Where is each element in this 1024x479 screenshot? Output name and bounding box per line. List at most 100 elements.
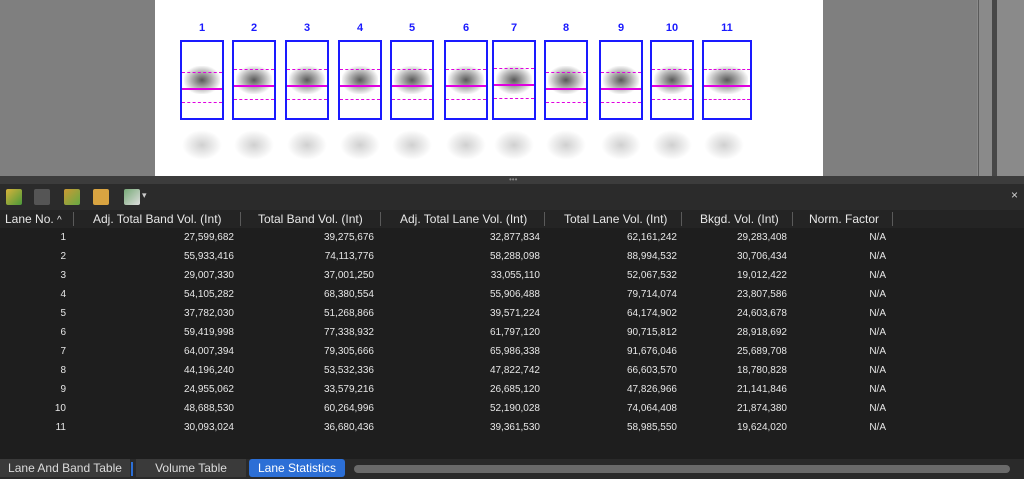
band-upper-boundary[interactable] [234, 69, 274, 70]
column-total-lane-vol[interactable]: Total Lane Vol. (Int) [564, 212, 667, 226]
column-separator[interactable] [544, 212, 545, 226]
band-center-line[interactable] [287, 85, 327, 87]
print-icon[interactable] [124, 189, 140, 205]
band-lower-boundary[interactable] [234, 99, 274, 100]
lane-box[interactable] [285, 40, 329, 120]
table-cell: N/A [869, 403, 886, 414]
band-lower-boundary[interactable] [392, 99, 432, 100]
tab-lane-statistics[interactable]: Lane Statistics [249, 459, 345, 477]
band-upper-boundary[interactable] [494, 68, 534, 69]
table-cell: 21,141,846 [736, 384, 787, 395]
band-lower-boundary[interactable] [704, 99, 750, 100]
table-row[interactable]: 10 48,688,530 60,264,996 52,190,028 74,064,4… [0, 399, 1024, 418]
band-center-line[interactable] [494, 84, 534, 86]
band-upper-boundary[interactable] [704, 69, 750, 70]
band-lower-boundary[interactable] [494, 98, 534, 99]
table-cell: 79,305,666 [323, 346, 374, 357]
band-lower-boundary[interactable] [182, 102, 222, 103]
band-lower-boundary[interactable] [340, 99, 380, 100]
band-lower-boundary[interactable] [652, 99, 692, 100]
band-upper-boundary[interactable] [446, 69, 486, 70]
band-center-line[interactable] [446, 85, 486, 87]
table-row[interactable]: 4 54,105,282 68,380,554 55,906,488 79,714,07… [0, 285, 1024, 304]
table-row[interactable]: 6 59,419,998 77,338,932 61,797,120 90,715,81… [0, 323, 1024, 342]
table-cell: 1 [60, 232, 66, 243]
lane-box[interactable] [444, 40, 488, 120]
table-cell: 29,007,330 [183, 270, 234, 281]
column-separator[interactable] [792, 212, 793, 226]
report-icon[interactable] [64, 189, 80, 205]
band-lower-boundary[interactable] [601, 102, 641, 103]
column-bkgd-vol[interactable]: Bkgd. Vol. (Int) [700, 212, 779, 226]
tab-lane-and-band-table[interactable]: Lane And Band Table [0, 459, 130, 477]
lane-box[interactable] [232, 40, 276, 120]
lane-box[interactable] [650, 40, 694, 120]
panel-splitter[interactable]: ••• [0, 176, 1024, 184]
band-center-line[interactable] [340, 85, 380, 87]
band-lower-boundary[interactable] [446, 99, 486, 100]
table-cell: 74,064,408 [626, 403, 677, 414]
table-row[interactable]: 3 29,007,330 37,001,250 33,055,110 52,067,53… [0, 266, 1024, 285]
column-separator[interactable] [892, 212, 893, 226]
table-row[interactable]: 5 37,782,030 51,268,866 39,571,224 64,174,90… [0, 304, 1024, 323]
table-cell: 30,706,434 [736, 251, 787, 262]
column-adj-total-lane-vol[interactable]: Adj. Total Lane Vol. (Int) [400, 212, 527, 226]
lane-box[interactable] [702, 40, 752, 120]
band-center-line[interactable] [704, 85, 750, 87]
band-center-line[interactable] [601, 88, 641, 90]
lane-box[interactable] [492, 40, 536, 120]
table-row[interactable]: 2 55,933,416 74,113,776 58,288,098 88,994,53… [0, 247, 1024, 266]
close-icon[interactable]: × [1011, 188, 1018, 202]
lane-box[interactable] [544, 40, 588, 120]
lane-box[interactable] [599, 40, 643, 120]
column-separator[interactable] [240, 212, 241, 226]
band-upper-boundary[interactable] [182, 72, 222, 73]
table-row[interactable]: 11 30,093,024 36,680,436 39,361,530 58,985,5… [0, 418, 1024, 437]
table-row[interactable]: 1 27,599,682 39,275,676 32,877,834 62,161,24… [0, 228, 1024, 247]
vertical-scrollbar[interactable] [992, 0, 997, 180]
band-center-line[interactable] [234, 85, 274, 87]
column-norm-factor[interactable]: Norm. Factor [809, 212, 879, 226]
band-center-line[interactable] [392, 85, 432, 87]
table-cell: 6 [60, 327, 66, 338]
horizontal-scrollbar[interactable] [354, 465, 1010, 473]
column-separator[interactable] [73, 212, 74, 226]
band-upper-boundary[interactable] [546, 72, 586, 73]
table-row[interactable]: 8 44,196,240 53,532,336 47,822,742 66,603,57… [0, 361, 1024, 380]
band-center-line[interactable] [182, 88, 222, 90]
band-center-line[interactable] [546, 88, 586, 90]
table-cell: 30,093,024 [183, 422, 234, 433]
column-separator[interactable] [681, 212, 682, 226]
tab-volume-table[interactable]: Volume Table [136, 459, 246, 477]
column-adj-total-band-vol[interactable]: Adj. Total Band Vol. (Int) [93, 212, 222, 226]
band-upper-boundary[interactable] [392, 69, 432, 70]
band-upper-boundary[interactable] [287, 69, 327, 70]
folder-icon[interactable] [93, 189, 109, 205]
faint-band [704, 130, 744, 160]
table-row[interactable]: 9 24,955,062 33,579,216 26,685,120 47,826,96… [0, 380, 1024, 399]
table-icon[interactable] [6, 189, 22, 205]
table-cell: 39,571,224 [489, 308, 540, 319]
column-lane-no[interactable]: Lane No. ^ [5, 212, 62, 226]
table-header: Lane No. ^ Adj. Total Band Vol. (Int) To… [0, 210, 1024, 228]
table-cell: 37,001,250 [323, 270, 374, 281]
table-row[interactable]: 7 64,007,394 79,305,666 65,986,338 91,676,04… [0, 342, 1024, 361]
lane-box[interactable] [180, 40, 224, 120]
band-upper-boundary[interactable] [652, 69, 692, 70]
band-center-line[interactable] [652, 85, 692, 87]
band-upper-boundary[interactable] [340, 69, 380, 70]
lane-box[interactable] [390, 40, 434, 120]
table-cell: 54,105,282 [183, 289, 234, 300]
chevron-down-icon[interactable]: ▾ [142, 190, 147, 201]
faint-band [601, 130, 641, 160]
band-lower-boundary[interactable] [287, 99, 327, 100]
band-upper-boundary[interactable] [601, 72, 641, 73]
lane-box[interactable] [338, 40, 382, 120]
column-total-band-vol[interactable]: Total Band Vol. (Int) [258, 212, 363, 226]
band-lower-boundary[interactable] [546, 102, 586, 103]
table-cell: 29,283,408 [736, 232, 787, 243]
table-body: 1 27,599,682 39,275,676 32,877,834 62,161,24… [0, 228, 1024, 437]
export-icon[interactable] [34, 189, 50, 205]
column-separator[interactable] [380, 212, 381, 226]
table-cell: 53,532,336 [323, 365, 374, 376]
